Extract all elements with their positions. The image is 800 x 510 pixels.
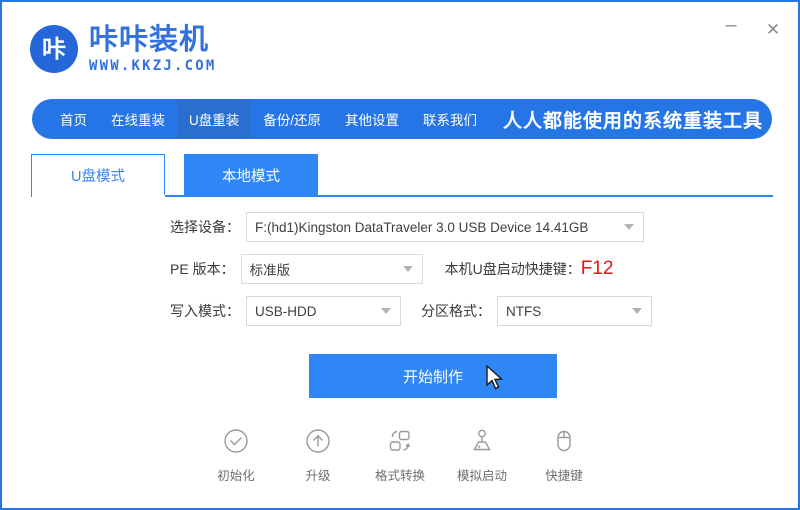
tool-hotkeys-label: 快捷键 xyxy=(545,469,583,483)
pe-select-value: 标准版 xyxy=(249,263,291,278)
mode-tabs: U盘模式 本地模式 xyxy=(31,154,771,196)
check-circle-icon xyxy=(221,426,251,456)
partition-format-select[interactable]: NTFS xyxy=(497,296,652,326)
partition-format-label: 分区格式： xyxy=(421,303,491,319)
brand-logo: 咔 咔咔装机 WWW.KKZJ.COM xyxy=(30,22,217,74)
boot-hotkey-label: 本机U盘启动快捷键： xyxy=(444,261,581,277)
pe-row: PE 版本： 标准版 本机U盘启动快捷键：F12 xyxy=(2,254,798,284)
upgrade-arrow-icon xyxy=(303,426,333,456)
write-mode-select[interactable]: USB-HDD xyxy=(246,296,401,326)
format-convert-icon xyxy=(385,426,415,456)
brand-url: WWW.KKZJ.COM xyxy=(89,57,217,74)
tab-local-mode[interactable]: 本地模式 xyxy=(184,154,318,196)
mouse-icon xyxy=(549,426,579,456)
device-select[interactable]: F:(hd1)Kingston DataTraveler 3.0 USB Dev… xyxy=(246,212,644,242)
device-select-value: F:(hd1)Kingston DataTraveler 3.0 USB Dev… xyxy=(255,219,589,235)
chevron-down-icon xyxy=(632,308,642,314)
pe-version-select[interactable]: 标准版 xyxy=(240,254,423,284)
nav-slogan: 人人都能使用的系统重装工具 xyxy=(503,110,764,132)
tool-upgrade[interactable]: 升级 xyxy=(282,426,354,484)
start-make-button[interactable]: 开始制作 xyxy=(309,354,557,398)
brand-text: 咔咔装机 WWW.KKZJ.COM xyxy=(89,22,217,74)
chevron-down-icon xyxy=(624,224,634,230)
write-mode-row: 写入模式： USB-HDD 分区格式： NTFS xyxy=(2,296,798,326)
tool-simulate-boot[interactable]: 模拟启动 xyxy=(446,426,518,484)
minimize-icon[interactable]: – xyxy=(720,15,742,40)
nav-item-online-reinstall[interactable]: 在线重装 xyxy=(99,99,177,139)
pe-label: PE 版本： xyxy=(170,261,235,277)
write-mode-label: 写入模式： xyxy=(170,303,240,319)
close-icon[interactable]: ✕ xyxy=(762,18,784,40)
nav-item-backup-restore[interactable]: 备份/还原 xyxy=(251,99,333,139)
tool-format-convert-label: 格式转换 xyxy=(374,469,425,483)
usb-form: 选择设备： F:(hd1)Kingston DataTraveler 3.0 U… xyxy=(2,212,798,338)
tool-initialize-label: 初始化 xyxy=(217,469,255,483)
title-bar: 咔 咔咔装机 WWW.KKZJ.COM – ✕ xyxy=(2,2,798,94)
window-controls: – ✕ xyxy=(720,15,784,40)
chevron-down-icon xyxy=(402,266,413,272)
tool-shortcuts: 初始化 升级 格式转换 模拟启动 快捷键 xyxy=(200,426,600,484)
nav-item-home[interactable]: 首页 xyxy=(32,99,99,139)
tool-simulate-boot-label: 模拟启动 xyxy=(456,469,507,483)
nav-item-other-settings[interactable]: 其他设置 xyxy=(333,99,411,139)
device-row: 选择设备： F:(hd1)Kingston DataTraveler 3.0 U… xyxy=(2,212,798,242)
device-label: 选择设备： xyxy=(170,219,240,235)
nav-item-usb-reinstall[interactable]: U盘重装 xyxy=(177,99,252,139)
tool-hotkeys[interactable]: 快捷键 xyxy=(528,426,600,484)
tab-underline-gap xyxy=(32,195,165,197)
partition-format-value: NTFS xyxy=(506,303,542,319)
tool-format-convert[interactable]: 格式转换 xyxy=(364,426,436,484)
joystick-icon xyxy=(467,426,497,456)
boot-hotkey-value: F12 xyxy=(580,258,614,279)
brand-name: 咔咔装机 xyxy=(89,22,210,56)
write-mode-value: USB-HDD xyxy=(255,303,317,319)
tool-upgrade-label: 升级 xyxy=(305,469,331,483)
app-logo-icon: 咔 xyxy=(30,24,78,73)
tool-initialize[interactable]: 初始化 xyxy=(200,426,272,484)
app-window: 咔 咔咔装机 WWW.KKZJ.COM – ✕ 首页 在线重装 U盘重装 备份/… xyxy=(0,0,800,510)
chevron-down-icon xyxy=(381,308,391,314)
nav-item-contact-us[interactable]: 联系我们 xyxy=(411,99,489,139)
boot-hotkey-info: 本机U盘启动快捷键：F12 xyxy=(445,258,614,280)
tab-usb-mode[interactable]: U盘模式 xyxy=(31,154,165,196)
main-nav: 首页 在线重装 U盘重装 备份/还原 其他设置 联系我们 人人都能使用的系统重装… xyxy=(32,99,772,139)
